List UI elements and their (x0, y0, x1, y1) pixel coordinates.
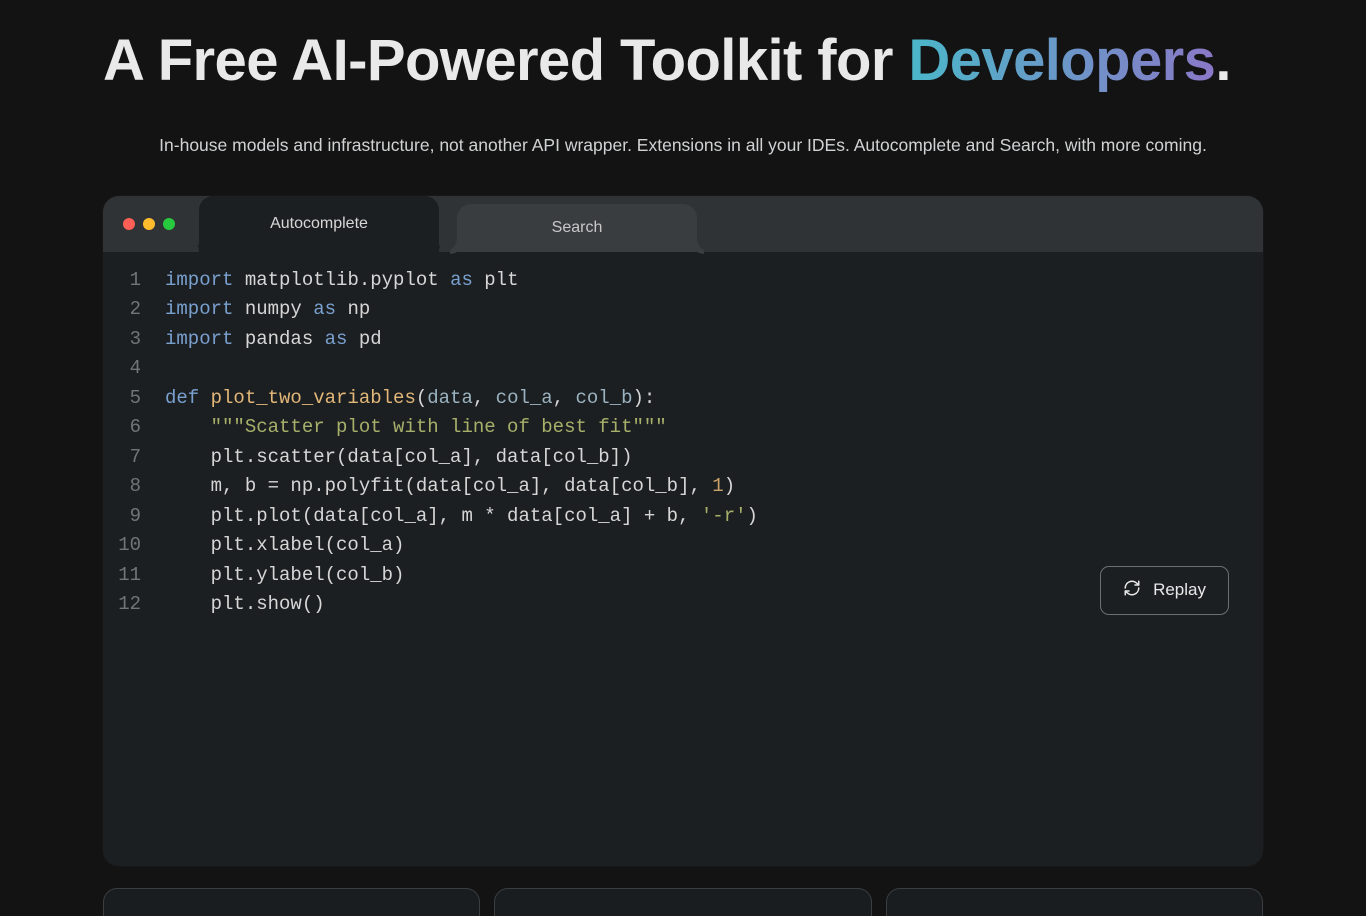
tab-autocomplete[interactable]: Autocomplete (199, 196, 439, 252)
feature-card[interactable] (494, 888, 871, 916)
code-content: import matplotlib.pyplot as plt (161, 266, 518, 296)
code-line: 8 m, b = np.polyfit(data[col_a], data[co… (103, 472, 1263, 502)
code-line: 10 plt.xlabel(col_a) (103, 531, 1263, 561)
code-line: 4 (103, 354, 1263, 384)
code-content: plt.xlabel(col_a) (161, 531, 404, 561)
code-line: 5def plot_two_variables(data, col_a, col… (103, 384, 1263, 414)
maximize-icon[interactable] (163, 218, 175, 230)
code-content (161, 354, 176, 384)
line-number: 9 (103, 502, 161, 532)
line-number: 12 (103, 590, 161, 620)
code-line: 9 plt.plot(data[col_a], m * data[col_a] … (103, 502, 1263, 532)
tabbar: Autocomplete Search (103, 196, 1263, 252)
code-line: 7 plt.scatter(data[col_a], data[col_b]) (103, 443, 1263, 473)
hero-subtitle: In-house models and infrastructure, not … (103, 135, 1263, 156)
code-line: 6 """Scatter plot with line of best fit"… (103, 413, 1263, 443)
code-content: plt.show() (161, 590, 325, 620)
line-number: 4 (103, 354, 161, 384)
line-number: 7 (103, 443, 161, 473)
tab-label: Autocomplete (270, 215, 368, 233)
line-number: 3 (103, 325, 161, 355)
line-number: 2 (103, 295, 161, 325)
line-number: 11 (103, 561, 161, 591)
tab-label: Search (552, 219, 603, 237)
code-content: plt.plot(data[col_a], m * data[col_a] + … (161, 502, 758, 532)
feature-cards-row (103, 888, 1263, 916)
hero-title-accent: Developers (908, 28, 1215, 93)
code-line: 2import numpy as np (103, 295, 1263, 325)
code-content: plt.ylabel(col_b) (161, 561, 404, 591)
code-content: plt.scatter(data[col_a], data[col_b]) (161, 443, 632, 473)
line-number: 8 (103, 472, 161, 502)
code-content: import pandas as pd (161, 325, 382, 355)
window-controls (123, 218, 175, 230)
line-number: 5 (103, 384, 161, 414)
editor-window: Autocomplete Search 1import matplotlib.p… (103, 196, 1263, 866)
hero-title-plain: A Free AI-Powered Toolkit for (103, 28, 908, 93)
code-content: """Scatter plot with line of best fit""" (161, 413, 667, 443)
code-line: 3import pandas as pd (103, 325, 1263, 355)
code-editor[interactable]: 1import matplotlib.pyplot as plt2import … (103, 252, 1263, 620)
hero-title-dot: . (1215, 28, 1231, 93)
line-number: 10 (103, 531, 161, 561)
feature-card[interactable] (103, 888, 480, 916)
replay-label: Replay (1153, 580, 1206, 600)
code-line: 1import matplotlib.pyplot as plt (103, 266, 1263, 296)
code-content: import numpy as np (161, 295, 370, 325)
line-number: 1 (103, 266, 161, 296)
line-number: 6 (103, 413, 161, 443)
minimize-icon[interactable] (143, 218, 155, 230)
refresh-icon (1123, 579, 1141, 602)
replay-button[interactable]: Replay (1100, 566, 1229, 615)
code-content: m, b = np.polyfit(data[col_a], data[col_… (161, 472, 735, 502)
feature-card[interactable] (886, 888, 1263, 916)
code-line: 11 plt.ylabel(col_b) (103, 561, 1263, 591)
tab-search[interactable]: Search (457, 204, 697, 252)
hero-title: A Free AI-Powered Toolkit for Developers… (103, 28, 1263, 95)
close-icon[interactable] (123, 218, 135, 230)
code-content: def plot_two_variables(data, col_a, col_… (161, 384, 655, 414)
code-line: 12 plt.show() (103, 590, 1263, 620)
